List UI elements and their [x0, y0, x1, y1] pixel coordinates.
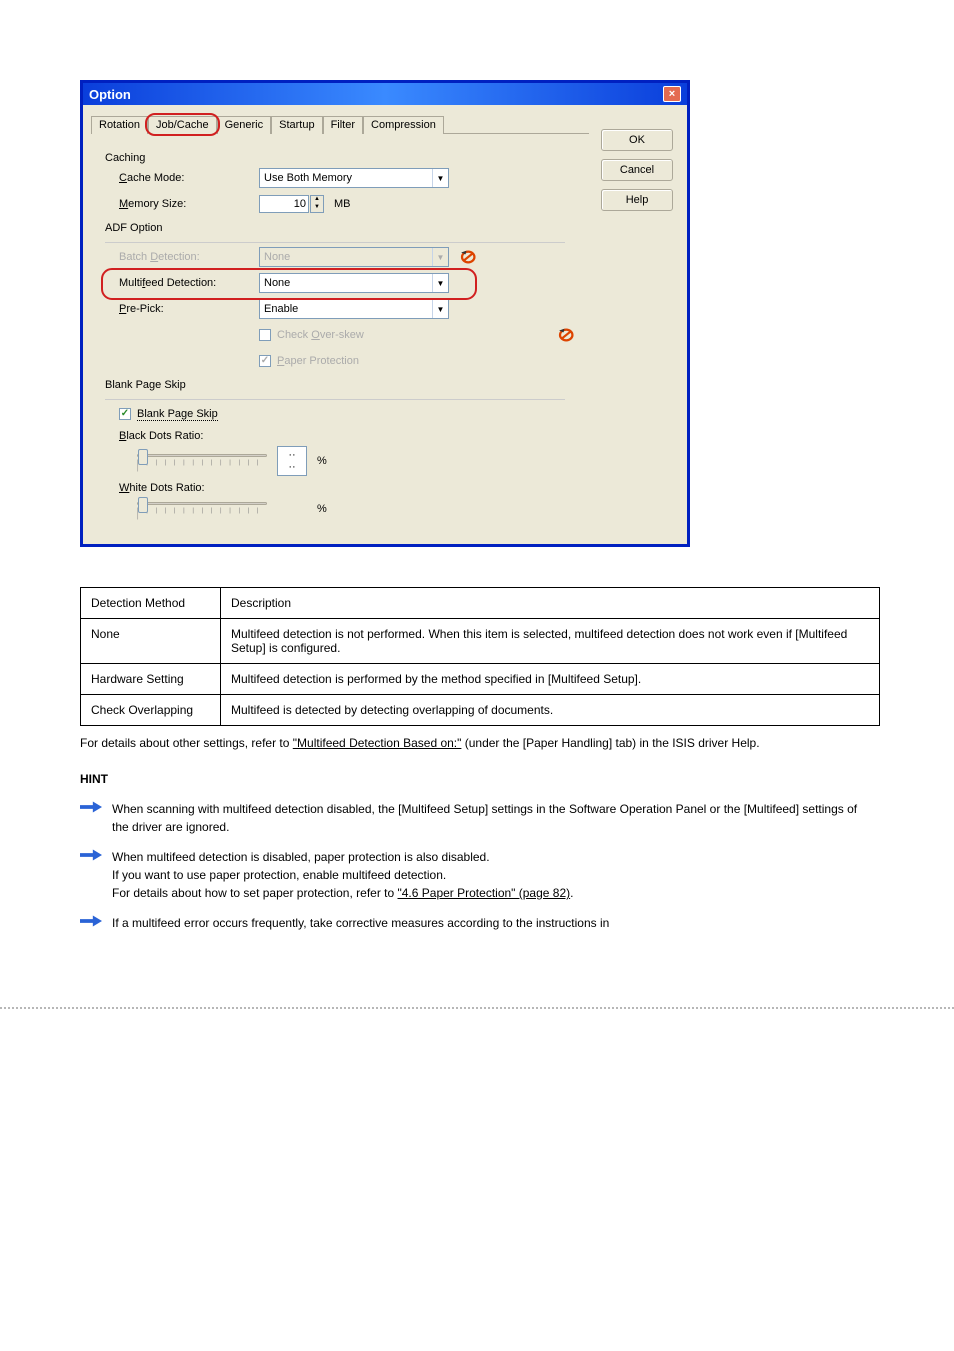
- group-blank: Blank Page Skip: [105, 379, 579, 391]
- multifeed-detection-value: None: [264, 277, 290, 289]
- prepick-select[interactable]: Enable ▼: [259, 299, 449, 319]
- ref-link: "4.6 Paper Protection" (page 82): [398, 886, 571, 900]
- table-cell: Hardware Setting: [81, 664, 221, 695]
- group-adf: ADF Option: [105, 222, 579, 234]
- paper-protection-label: Paper Protection: [277, 355, 359, 367]
- titlebar: Option ×: [83, 83, 687, 105]
- table-cell: Multifeed detection is not performed. Wh…: [221, 619, 880, 664]
- hint-text: When multifeed detection is disabled, pa…: [112, 848, 874, 902]
- chevron-down-icon: ▼: [432, 169, 448, 187]
- batch-detection-select: None ▼: [259, 247, 449, 267]
- close-icon[interactable]: ×: [663, 86, 681, 102]
- table-cell: None: [81, 619, 221, 664]
- table-header-left: Detection Method: [81, 588, 221, 619]
- page-separator: [0, 1007, 954, 1009]
- arrow-right-icon: [80, 914, 102, 933]
- white-dots-slider[interactable]: | | | | | | | | | | | | | | |: [137, 498, 267, 520]
- check-overskew-checkbox: Check Over-skew: [259, 329, 364, 341]
- black-dots-slider[interactable]: | | | | | | | | | | | | | | |: [137, 450, 267, 472]
- group-caching: Caching: [105, 152, 579, 164]
- tab-startup[interactable]: Startup: [271, 116, 322, 134]
- prepick-value: Enable: [264, 303, 298, 315]
- tab-bar: Rotation Job/Cache Generic Startup Filte…: [91, 115, 589, 134]
- blank-page-skip-checkbox[interactable]: Blank Page Skip: [119, 408, 218, 421]
- cancel-button[interactable]: Cancel: [601, 159, 673, 181]
- hint-text: When scanning with multifeed detection d…: [112, 800, 874, 836]
- table-cell: Check Overlapping: [81, 695, 221, 726]
- percent-label: %: [317, 455, 327, 467]
- spinner-up-icon[interactable]: ▲: [311, 196, 323, 204]
- body-paragraph: For details about other settings, refer …: [80, 734, 874, 752]
- tab-compression[interactable]: Compression: [363, 116, 444, 134]
- multifeed-row: Multifeed Detection: None ▼: [119, 273, 579, 293]
- memory-size-input[interactable]: [259, 195, 309, 213]
- separator: [105, 399, 565, 400]
- check-overskew-label: Check Over-skew: [277, 329, 364, 341]
- ok-button[interactable]: OK: [601, 129, 673, 151]
- chevron-down-icon: ▼: [432, 274, 448, 292]
- black-dots-label: Black Dots Ratio:: [119, 430, 579, 442]
- tab-filter[interactable]: Filter: [323, 116, 363, 134]
- tab-generic[interactable]: Generic: [217, 116, 272, 134]
- prohibit-icon: [459, 249, 481, 265]
- tab-job-cache[interactable]: Job/Cache: [148, 116, 217, 134]
- blank-page-skip-label: Blank Page Skip: [137, 408, 218, 421]
- hint-heading: HINT: [80, 770, 874, 788]
- ref-link: "Multifeed Detection Based on:": [293, 736, 462, 750]
- multifeed-detection-label: Multifeed Detection:: [119, 277, 249, 289]
- prepick-label: Pre-Pick:: [119, 303, 249, 315]
- detection-method-table: Detection Method Description None Multif…: [80, 587, 880, 726]
- prohibit-icon: [557, 327, 579, 343]
- batch-detection-value: None: [264, 251, 290, 263]
- memory-size-spinner[interactable]: ▲▼: [259, 195, 324, 213]
- dialog-title: Option: [89, 87, 131, 102]
- black-dots-value-box: ····: [277, 446, 307, 476]
- slider-thumb[interactable]: [138, 449, 148, 465]
- tab-panel: Caching Cache Mode: Use Both Memory ▼ Me…: [91, 134, 589, 530]
- batch-detection-label: Batch Detection:: [119, 251, 249, 263]
- chevron-down-icon: ▼: [432, 300, 448, 318]
- cache-mode-value: Use Both Memory: [264, 172, 352, 184]
- arrow-right-icon: [80, 848, 102, 867]
- cache-mode-select[interactable]: Use Both Memory ▼: [259, 168, 449, 188]
- arrow-right-icon: [80, 800, 102, 819]
- table-cell: Multifeed detection is performed by the …: [221, 664, 880, 695]
- spinner-down-icon[interactable]: ▼: [311, 204, 323, 212]
- percent-label: %: [317, 503, 327, 515]
- table-cell: Multifeed is detected by detecting overl…: [221, 695, 880, 726]
- multifeed-detection-select[interactable]: None ▼: [259, 273, 449, 293]
- table-header-right: Description: [221, 588, 880, 619]
- white-dots-label: White Dots Ratio:: [119, 482, 579, 494]
- tab-rotation[interactable]: Rotation: [91, 116, 148, 134]
- chevron-down-icon: ▼: [432, 248, 448, 266]
- memory-size-unit: MB: [334, 198, 351, 210]
- hint-text: If a multifeed error occurs frequently, …: [112, 914, 874, 932]
- slider-thumb[interactable]: [138, 497, 148, 513]
- option-dialog: Option × Rotation Job/Cache Generic Star…: [80, 80, 690, 547]
- memory-size-label: Memory Size:: [119, 198, 249, 210]
- separator: [105, 242, 565, 243]
- cache-mode-label: Cache Mode:: [119, 172, 249, 184]
- paper-protection-checkbox: Paper Protection: [259, 355, 359, 367]
- help-button[interactable]: Help: [601, 189, 673, 211]
